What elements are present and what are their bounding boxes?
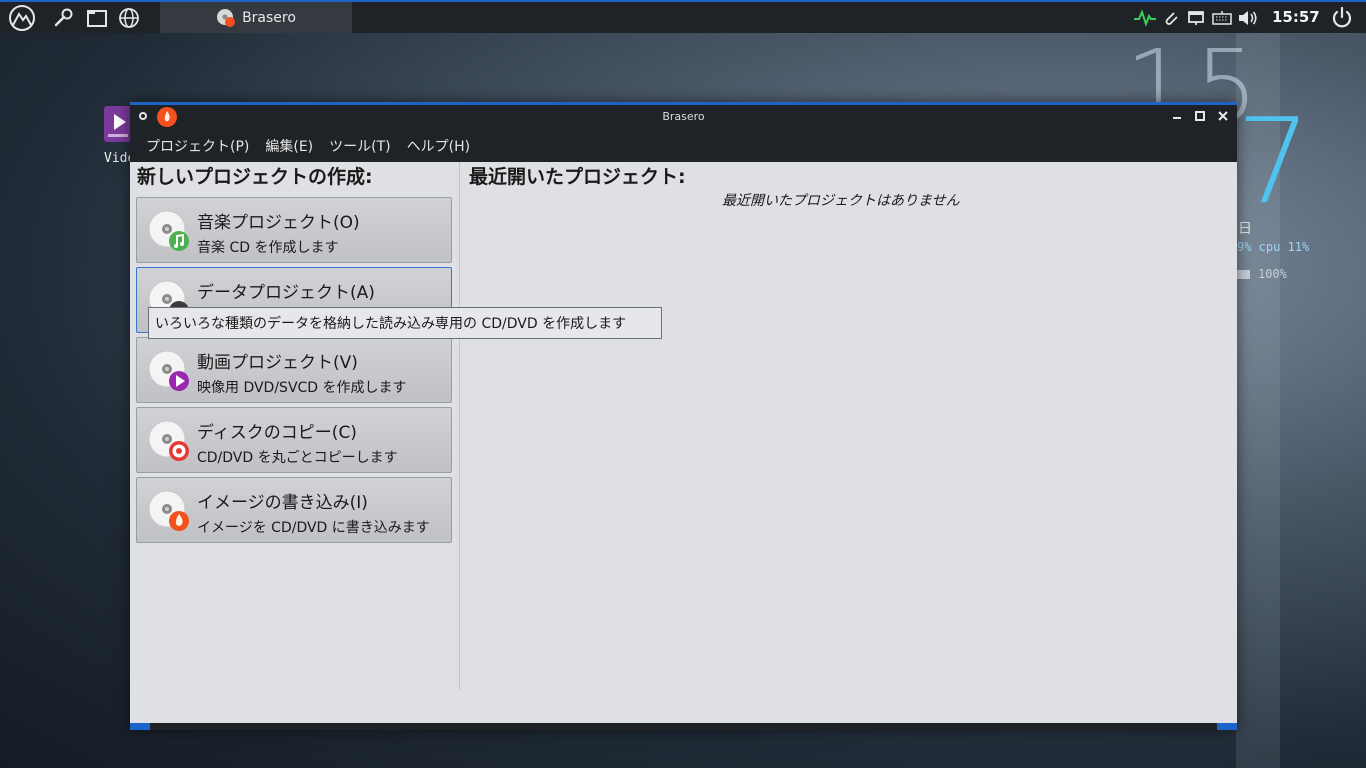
music-disc-icon: [148, 210, 189, 251]
disc-copy-desc: CD/DVD を丸ごとコピーします: [197, 450, 398, 466]
close-button[interactable]: [1216, 108, 1230, 127]
burn-disc-icon: [148, 490, 189, 531]
brasero-window: Brasero プロジェクト(P) 編集(E) ツール(T) ヘルプ(H) 新し…: [130, 102, 1237, 730]
desktop-clock-minute: 7: [1236, 92, 1312, 230]
app-menu-button[interactable]: [6, 5, 38, 31]
burn-image-title: イメージの書き込み(I): [197, 493, 368, 513]
battery-text: 100%: [1258, 267, 1287, 281]
network-icon: [1188, 11, 1204, 25]
globe-icon: [119, 8, 139, 28]
window-titlebar[interactable]: Brasero: [130, 105, 1237, 129]
recent-projects-heading: 最近開いたプロジェクト:: [469, 166, 686, 188]
disc-copy-button[interactable]: ディスクのコピー(C) CD/DVD を丸ごとコピーします: [136, 407, 452, 473]
resize-handle-right[interactable]: [1217, 723, 1237, 730]
conky-cpu: 9% cpu 11%: [1237, 240, 1310, 254]
maximize-icon: [1195, 111, 1205, 121]
video-disc-icon: [148, 350, 189, 391]
conky-battery: 100%: [1237, 267, 1287, 281]
power-button[interactable]: [1328, 5, 1356, 31]
menu-tools[interactable]: ツール(T): [321, 130, 398, 162]
browser-launcher[interactable]: [117, 5, 141, 31]
recent-projects-empty: 最近開いたプロジェクトはありません: [722, 193, 960, 209]
menubar: プロジェクト(P) 編集(E) ツール(T) ヘルプ(H): [130, 129, 1237, 162]
activity-tray[interactable]: [1132, 7, 1158, 29]
taskbar-brasero-label: Brasero: [242, 9, 296, 26]
panel-clock[interactable]: 15:57: [1272, 8, 1320, 26]
wrench-icon: [54, 8, 73, 27]
clipboard-tray[interactable]: [1160, 7, 1182, 29]
video-project-button[interactable]: 動画プロジェクト(V) 映像用 DVD/SVCD を作成します: [136, 337, 452, 403]
window-title: Brasero: [662, 110, 705, 123]
settings-launcher[interactable]: [50, 5, 76, 31]
top-panel: Brasero 15:57: [0, 0, 1366, 33]
files-launcher[interactable]: [85, 5, 109, 31]
audio-project-title: 音楽プロジェクト(O): [197, 213, 360, 233]
volume-tray[interactable]: [1236, 7, 1260, 29]
battery-bar: [1237, 269, 1250, 279]
taskbar-brasero[interactable]: Brasero: [160, 2, 352, 33]
data-project-title: データプロジェクト(A): [197, 283, 375, 303]
mountain-menu-icon: [9, 5, 35, 31]
data-project-tooltip: いろいろな種類のデータを格納した読み込み専用の CD/DVD を作成します: [148, 307, 662, 339]
keyboard-tray[interactable]: [1210, 7, 1234, 29]
new-project-heading: 新しいプロジェクトの作成:: [137, 166, 373, 188]
disc-copy-title: ディスクのコピー(C): [197, 423, 357, 443]
video-project-desc: 映像用 DVD/SVCD を作成します: [197, 380, 407, 396]
video-project-title: 動画プロジェクト(V): [197, 353, 358, 373]
brasero-app-icon: [217, 8, 236, 27]
audio-project-button[interactable]: 音楽プロジェクト(O) 音楽 CD を作成します: [136, 197, 452, 263]
new-project-pane: 新しいプロジェクトの作成: 音楽プロジェクト(O) 音楽 CD を作成します デ…: [130, 162, 460, 690]
volume-icon: [1239, 11, 1257, 25]
window-icon: [87, 10, 107, 27]
window-bottom-strip: [130, 723, 1237, 730]
copy-disc-icon: [148, 420, 189, 461]
network-tray[interactable]: [1185, 7, 1207, 29]
burn-image-desc: イメージを CD/DVD に書き込みます: [197, 520, 430, 536]
minimize-icon: [1173, 117, 1181, 119]
menu-project[interactable]: プロジェクト(P): [138, 130, 257, 162]
minimize-button[interactable]: [1170, 108, 1184, 127]
menu-edit[interactable]: 編集(E): [257, 130, 321, 162]
close-icon: [1218, 111, 1228, 121]
burn-image-button[interactable]: イメージの書き込み(I) イメージを CD/DVD に書き込みます: [136, 477, 452, 543]
keyboard-icon: [1212, 11, 1232, 25]
video-file-icon: [104, 106, 132, 142]
audio-project-desc: 音楽 CD を作成します: [197, 240, 339, 256]
power-icon: [1332, 6, 1352, 28]
activity-icon: [1134, 9, 1156, 27]
maximize-button[interactable]: [1193, 108, 1207, 127]
main-content: 新しいプロジェクトの作成: 音楽プロジェクト(O) 音楽 CD を作成します デ…: [130, 162, 1237, 723]
menu-help[interactable]: ヘルプ(H): [399, 130, 478, 162]
conky-day: 日: [1238, 221, 1252, 237]
resize-handle-left[interactable]: [130, 723, 150, 730]
paperclip-icon: [1165, 12, 1178, 25]
